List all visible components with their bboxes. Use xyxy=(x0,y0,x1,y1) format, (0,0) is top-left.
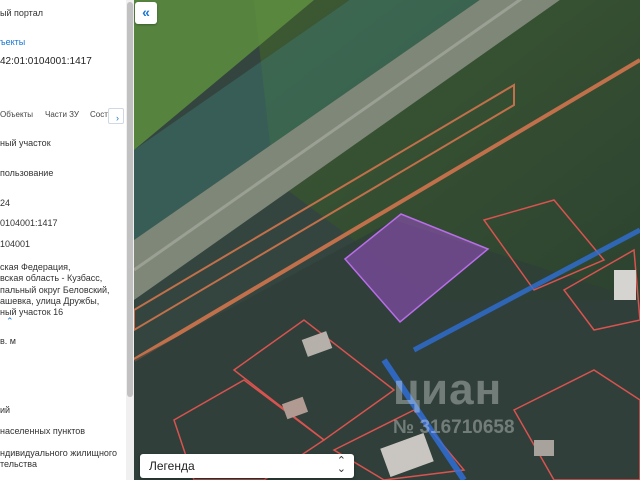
satellite-map[interactable] xyxy=(134,0,640,480)
double-chevron-left-icon: « xyxy=(142,4,150,20)
panel-tabs: Объекты Части ЗУ Состав › xyxy=(0,108,126,124)
field-area: 24 xyxy=(0,198,11,208)
area-unit: в. м xyxy=(0,336,16,346)
address-block: ская Федерация, вская область - Кузбасс,… xyxy=(0,262,110,318)
field-category: ий xyxy=(0,405,11,415)
collapse-panel-button[interactable]: « xyxy=(135,2,157,24)
field-permitted-use: ндивидуального жилищного xyxy=(0,448,118,458)
panel-scrollbar[interactable] xyxy=(126,0,134,480)
watermark: циан xyxy=(393,365,503,414)
field-type: ный участок xyxy=(0,138,51,148)
legend-label: Легенда xyxy=(149,459,195,473)
chevron-up-icon[interactable]: ⌃ xyxy=(6,316,14,327)
legend-select[interactable]: Легенда ⌃ ⌄ xyxy=(140,454,354,478)
field-cadastral: 0104001:1417 xyxy=(0,218,58,228)
portal-title: ый портал xyxy=(0,8,43,18)
cadastral-number: 42:01:0104001:1417 xyxy=(0,56,92,67)
map-view[interactable]: циан № 316710658 xyxy=(134,0,640,480)
info-panel: ый портал ъекты 42:01:0104001:1417 Объек… xyxy=(0,0,126,480)
scrollbar-thumb[interactable] xyxy=(127,2,133,397)
field-quarter: 104001 xyxy=(0,239,31,249)
tab-parts[interactable]: Части ЗУ xyxy=(45,110,79,119)
building xyxy=(534,440,554,456)
address-line: ская Федерация, xyxy=(0,262,71,272)
building xyxy=(614,270,636,300)
field-land-category: населенных пунктов xyxy=(0,426,86,436)
address-line: вская область - Кузбасс, xyxy=(0,273,103,284)
tab-objects[interactable]: Объекты xyxy=(0,110,33,119)
chevron-updown-icon: ⌃ ⌄ xyxy=(336,455,346,475)
field-usage: пользование xyxy=(0,168,54,178)
objects-link[interactable]: ъекты xyxy=(0,37,25,47)
watermark-id: № 316710658 xyxy=(393,417,515,438)
address-line: ный участок 16 xyxy=(0,307,64,318)
tabs-scroll-right-button[interactable]: › xyxy=(108,108,124,124)
address-line: ашевка, улица Дружбы, xyxy=(0,295,100,306)
field-permitted-use-cont: тельства xyxy=(0,459,37,469)
address-line: пальный округ Беловский, xyxy=(0,284,110,295)
chevron-right-icon: › xyxy=(116,113,119,123)
